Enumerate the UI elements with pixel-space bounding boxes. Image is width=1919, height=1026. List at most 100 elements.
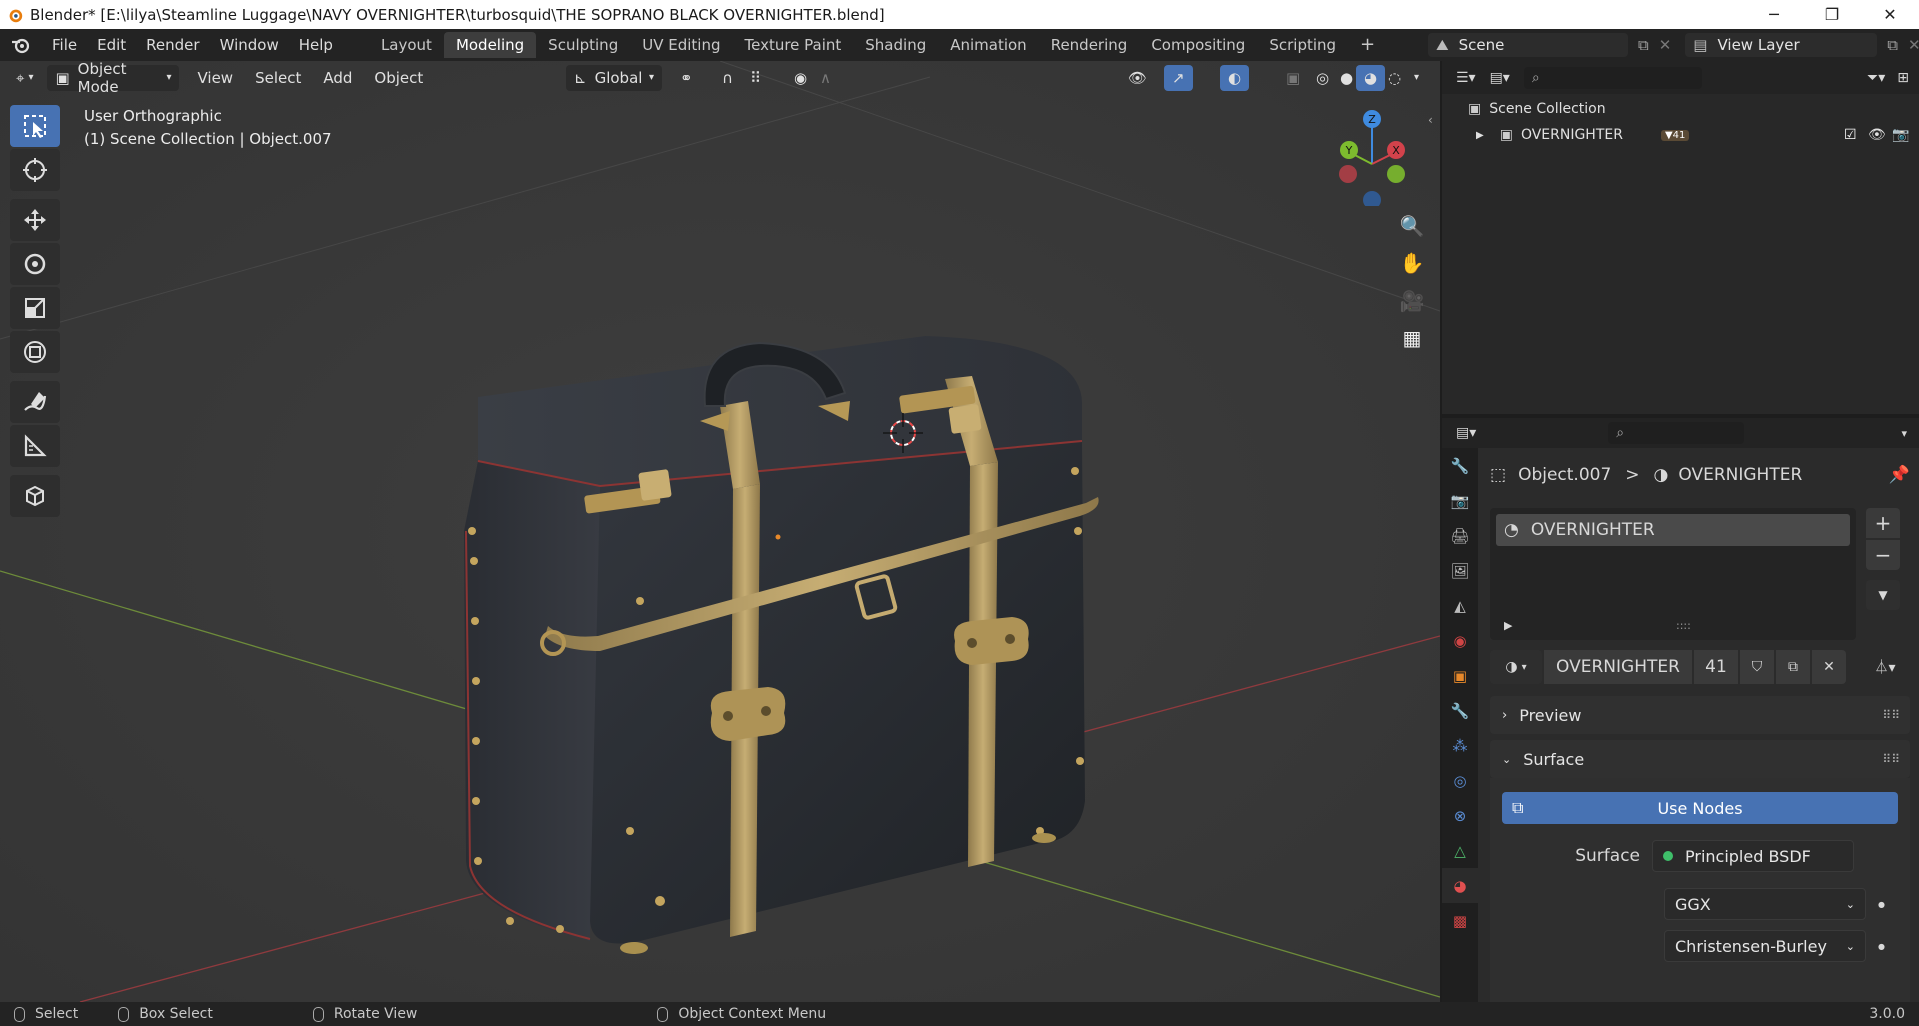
expand-arrow-icon[interactable]: ▶ bbox=[1504, 619, 1512, 632]
menu-edit[interactable]: Edit bbox=[87, 29, 136, 61]
hide-eye-icon[interactable]: 👁 bbox=[1868, 127, 1886, 143]
scene-selector[interactable]: ⛰ Scene bbox=[1428, 33, 1628, 57]
sidebar-toggle-arrow[interactable]: ‹ bbox=[1428, 113, 1433, 127]
close-window-button[interactable]: ✕ bbox=[1861, 0, 1919, 29]
move-tool[interactable] bbox=[10, 199, 60, 241]
tab-compositing[interactable]: Compositing bbox=[1139, 32, 1257, 58]
cursor-tool[interactable] bbox=[10, 149, 60, 191]
material-slot-item[interactable]: ◔ OVERNIGHTER bbox=[1496, 514, 1850, 546]
input-socket-dot[interactable]: ● bbox=[1878, 942, 1885, 951]
measure-tool[interactable] bbox=[10, 425, 60, 467]
menu-window[interactable]: Window bbox=[210, 29, 289, 61]
surface-shader-selector[interactable]: Principled BSDF bbox=[1652, 840, 1854, 872]
constraints-tab[interactable]: ⊗ bbox=[1442, 798, 1478, 833]
menu-object[interactable]: Object bbox=[366, 65, 431, 91]
use-nodes-button[interactable]: ⧉ Use Nodes bbox=[1502, 792, 1898, 824]
remove-slot-button[interactable]: − bbox=[1866, 540, 1900, 570]
zoom-button[interactable]: 🔍 bbox=[1394, 208, 1430, 244]
tab-sculpting[interactable]: Sculpting bbox=[536, 32, 630, 58]
tab-uv-editing[interactable]: UV Editing bbox=[630, 32, 732, 58]
fake-user-button[interactable]: ⛉ bbox=[1740, 650, 1774, 684]
link-type-button[interactable]: ⏃▾ bbox=[1860, 650, 1910, 684]
tab-texture-paint[interactable]: Texture Paint bbox=[732, 32, 853, 58]
shading-options-button[interactable]: ▾ bbox=[1406, 65, 1427, 91]
overlay-toggle[interactable]: ◐ bbox=[1220, 64, 1250, 91]
resize-handle[interactable]: :::: bbox=[1676, 619, 1691, 632]
user-count-button[interactable]: 41 bbox=[1694, 650, 1738, 684]
xray-toggle[interactable]: ▣ bbox=[1278, 65, 1308, 91]
new-scene-icon[interactable]: ⧉ bbox=[1638, 36, 1649, 54]
object-tab[interactable]: ▣ bbox=[1442, 658, 1478, 693]
drag-handle-icon[interactable]: ⠿⠿ bbox=[1882, 752, 1900, 766]
transform-orientation-selector[interactable]: ⊾ Global ▾ bbox=[566, 64, 662, 91]
ortho-toggle-button[interactable]: ▦ bbox=[1394, 320, 1430, 356]
properties-editor-icon[interactable]: ▤▾ bbox=[1456, 425, 1476, 441]
delete-view-layer-icon[interactable]: ✕ bbox=[1908, 36, 1919, 54]
tab-layout[interactable]: Layout bbox=[369, 32, 444, 58]
menu-select[interactable]: Select bbox=[247, 65, 309, 91]
camera-view-button[interactable]: 🎥 bbox=[1394, 283, 1430, 319]
navigation-gizmo[interactable]: Z X Y bbox=[1332, 106, 1412, 209]
tab-modeling[interactable]: Modeling bbox=[443, 32, 537, 58]
restore-button[interactable]: ❐ bbox=[1803, 0, 1861, 29]
duplicate-material-button[interactable]: ⧉ bbox=[1776, 650, 1810, 684]
outliner-editor-icon[interactable]: ☰▾ bbox=[1456, 70, 1476, 86]
particles-tab[interactable]: ⁂ bbox=[1442, 728, 1478, 763]
pan-button[interactable]: ✋ bbox=[1394, 245, 1430, 281]
visibility-button[interactable]: 👁 bbox=[1120, 65, 1155, 91]
output-tab[interactable]: 🖨 bbox=[1442, 518, 1478, 553]
new-view-layer-icon[interactable]: ⧉ bbox=[1887, 36, 1898, 54]
tool-tab[interactable]: 🔧 bbox=[1442, 448, 1478, 483]
tab-rendering[interactable]: Rendering bbox=[1039, 32, 1140, 58]
distribution-dropdown[interactable]: GGX ⌄ bbox=[1664, 888, 1866, 920]
delete-scene-icon[interactable]: ✕ bbox=[1659, 36, 1672, 54]
display-mode-icon[interactable]: ▤▾ bbox=[1490, 70, 1510, 86]
outliner-search-input[interactable]: ⌕ bbox=[1523, 66, 1702, 89]
material-tab[interactable]: ◕ bbox=[1442, 868, 1478, 903]
menu-file[interactable]: File bbox=[42, 29, 87, 61]
add-cube-tool[interactable] bbox=[10, 475, 60, 517]
add-slot-button[interactable]: + bbox=[1866, 508, 1900, 538]
shading-rendered-button[interactable]: ◌ bbox=[1380, 65, 1409, 91]
drag-handle-icon[interactable]: ⠿⠿ bbox=[1882, 708, 1900, 722]
mode-selector[interactable]: ▣ Object Mode ▾ bbox=[47, 61, 180, 96]
world-tab[interactable]: ◉ bbox=[1442, 623, 1478, 658]
falloff-button[interactable]: ∧ bbox=[812, 65, 839, 91]
editor-type-button[interactable]: ⌖ ▾ bbox=[8, 65, 41, 91]
modifiers-tab[interactable]: 🔧 bbox=[1442, 693, 1478, 728]
physics-tab[interactable]: ◎ bbox=[1442, 763, 1478, 798]
add-workspace-button[interactable]: + bbox=[1348, 32, 1387, 58]
tab-animation[interactable]: Animation bbox=[938, 32, 1038, 58]
texture-tab[interactable]: ▩ bbox=[1442, 903, 1478, 938]
menu-render[interactable]: Render bbox=[136, 29, 209, 61]
include-checkbox[interactable]: ☑ bbox=[1844, 127, 1857, 143]
expand-arrow-icon[interactable]: ▶ bbox=[1476, 130, 1484, 141]
gizmo-toggle[interactable]: ↗ bbox=[1164, 64, 1193, 91]
tab-scripting[interactable]: Scripting bbox=[1257, 32, 1348, 58]
rotate-tool[interactable] bbox=[10, 243, 60, 285]
minimize-button[interactable]: ─ bbox=[1745, 0, 1803, 29]
scale-tool[interactable] bbox=[10, 287, 60, 329]
tab-shading[interactable]: Shading bbox=[853, 32, 938, 58]
preview-section-header[interactable]: › Preview ⠿⠿ bbox=[1490, 696, 1910, 734]
slot-specials-button[interactable]: ▼ bbox=[1866, 580, 1900, 610]
filter-icon[interactable]: ⏷▾ bbox=[1867, 70, 1885, 86]
view-layer-tab[interactable]: 🖼 bbox=[1442, 553, 1478, 588]
view-layer-selector[interactable]: ▤ View Layer bbox=[1685, 33, 1878, 57]
snap-toggle[interactable]: ∩ bbox=[714, 65, 741, 91]
transform-tool[interactable] bbox=[10, 331, 60, 373]
pivot-point-button[interactable]: ⚭ bbox=[672, 65, 701, 91]
data-tab[interactable]: △ bbox=[1442, 833, 1478, 868]
scene-tab[interactable]: ◭ bbox=[1442, 588, 1478, 623]
browse-material-button[interactable]: ◑ ▾ bbox=[1490, 650, 1542, 684]
new-collection-icon[interactable]: ⊞ bbox=[1897, 70, 1909, 86]
subsurface-method-dropdown[interactable]: Christensen-Burley ⌄ bbox=[1664, 930, 1866, 962]
3d-viewport[interactable]: ⌖ ▾ ▣ Object Mode ▾ View Select Add Objec… bbox=[0, 61, 1440, 1002]
pin-icon[interactable]: 📌 bbox=[1889, 465, 1910, 485]
select-box-tool[interactable] bbox=[10, 105, 60, 147]
surface-section-header[interactable]: ⌄ Surface ⠿⠿ bbox=[1490, 740, 1910, 778]
input-socket-dot[interactable]: ● bbox=[1878, 900, 1885, 909]
outliner-row-overnighter[interactable]: ▶ ▣ OVERNIGHTER ▼41 ☑ 👁 📷 bbox=[1442, 122, 1919, 148]
properties-search-input[interactable]: ⌕ bbox=[1608, 422, 1745, 444]
chevron-down-icon[interactable]: ▾ bbox=[1901, 427, 1907, 440]
